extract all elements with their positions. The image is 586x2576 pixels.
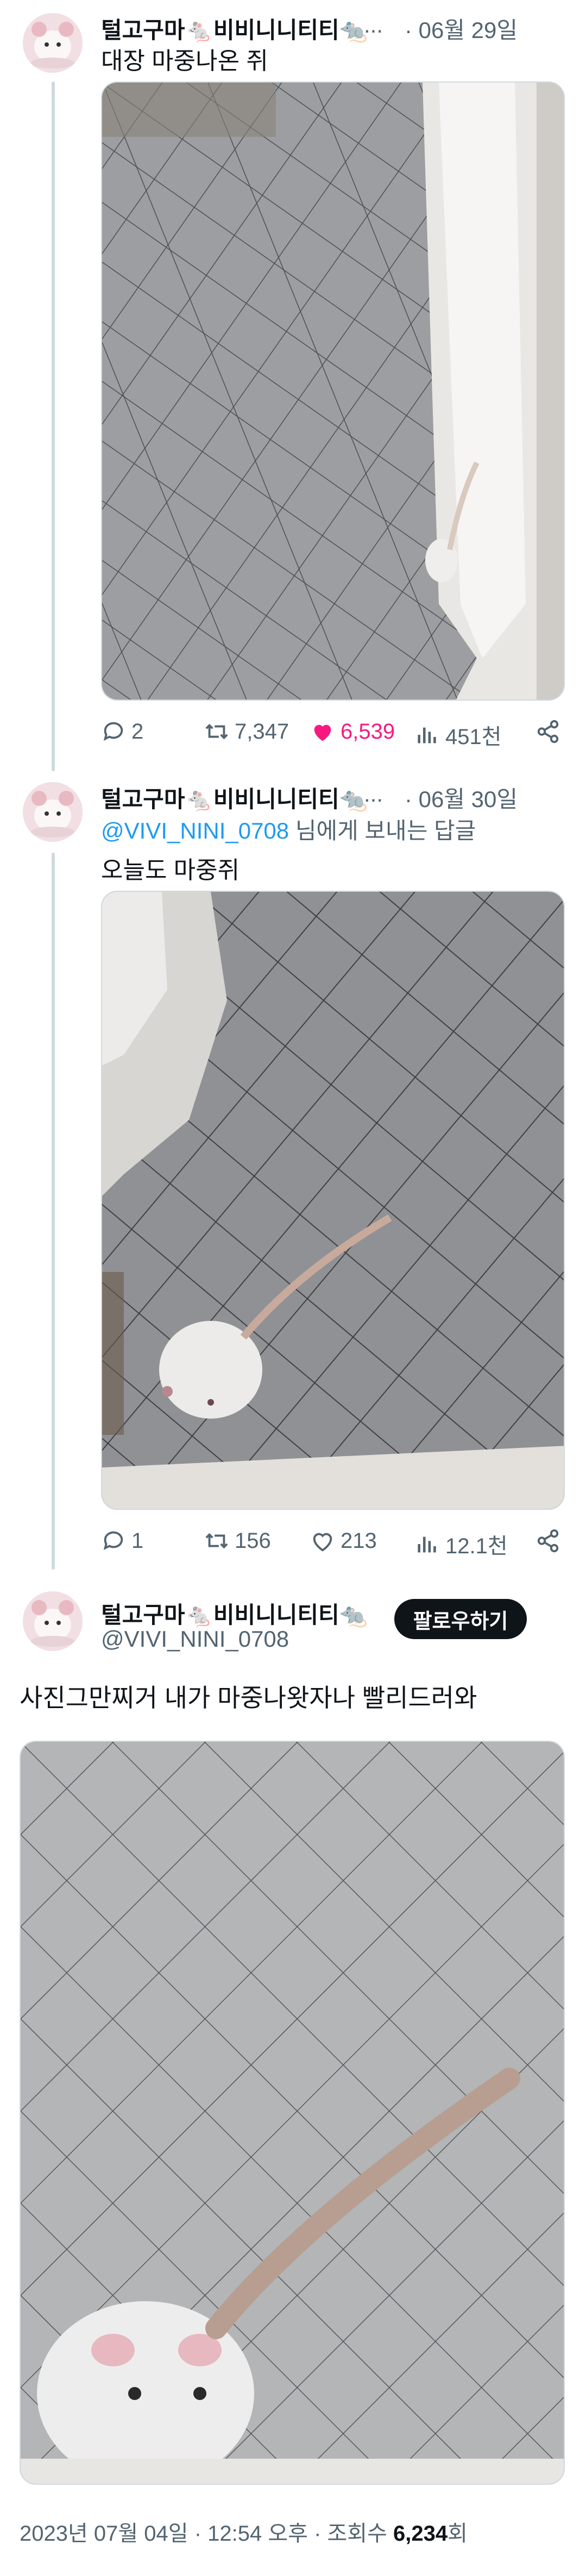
follow-button[interactable]: 팔로우하기 [394,1599,527,1639]
tweet-date[interactable]: · 06월 29일 [405,12,518,45]
retweet-icon [205,1533,228,1549]
reply-suffix: 님에게 보내는 답글 [289,818,476,843]
retweet-button[interactable]: 7,347 [204,719,289,744]
tweet-text: 오늘도 마중쥐 [101,857,240,884]
tweet-photo[interactable] [20,1741,565,2485]
display-name[interactable]: 털고구마🐁비비니니티티🐀 [101,1597,368,1630]
thread-line [52,853,55,1570]
like-icon [313,1533,332,1552]
avatar[interactable] [23,782,83,842]
retweet-button[interactable]: 156 [204,1528,271,1553]
like-count: 213 [341,1528,377,1553]
reply-button[interactable]: 2 [101,719,143,744]
reply-icon [103,722,123,741]
tweet-photo[interactable] [101,81,565,701]
name-ellipsis: ... [364,12,383,37]
tweet-text: 대장 마중나온 쥐 [101,48,268,74]
views-icon [418,727,436,744]
avatar[interactable] [23,1591,83,1651]
tweet-date[interactable]: · 06월 30일 [405,781,518,814]
views-icon [418,1536,436,1553]
tweet-actions: 1 156 213 12.1천 [101,1528,565,1561]
display-name[interactable]: 털고구마🐁비비니니티티🐀 [101,781,368,814]
views-count: 451천 [445,725,502,749]
name-ellipsis: ... [364,781,383,807]
share-button[interactable] [535,1528,560,1553]
thread-line [52,81,55,771]
views-button[interactable]: 451천 [415,719,502,751]
share-button[interactable] [535,719,560,744]
tweet-text: 사진그만찌거 내가 마중나왓자나 빨리드러와 [20,1684,477,1712]
reply-count: 2 [131,719,144,744]
tweet-timestamp: 2023년 07월 04일 · 12:54 오후 · 조회수 6,234회 [20,2516,468,2547]
reply-count: 1 [131,1528,144,1553]
tweet-actions: 2 7,347 6,539 451천 [101,719,565,752]
views-count: 12.1천 [445,1534,508,1558]
reply-icon [103,1531,123,1550]
retweet-count: 156 [235,1528,271,1553]
timestamp-text[interactable]: 2023년 07월 04일 · 12:54 오후 · 조회수 [20,2522,393,2546]
like-button[interactable]: 6,539 [310,719,395,744]
like-count: 6,539 [341,719,395,744]
view-suffix: 회 [448,2522,468,2546]
views-button[interactable]: 12.1천 [415,1528,508,1560]
reply-context: @VIVI_NINI_0708 님에게 보내는 답글 [101,813,476,846]
retweet-count: 7,347 [235,719,289,744]
handle[interactable]: @VIVI_NINI_0708 [101,1626,289,1652]
avatar[interactable] [23,13,83,73]
share-icon [537,1529,559,1553]
tweet-photo[interactable] [101,891,565,1510]
view-count: 6,234 [393,2522,448,2546]
share-icon [537,720,559,744]
reply-button[interactable]: 1 [101,1528,143,1553]
display-name[interactable]: 털고구마🐁비비니니티티🐀 [101,12,368,45]
like-icon [314,725,331,741]
retweet-icon [205,723,228,740]
reply-mention[interactable]: @VIVI_NINI_0708 [101,818,289,843]
like-button[interactable]: 213 [310,1528,377,1553]
